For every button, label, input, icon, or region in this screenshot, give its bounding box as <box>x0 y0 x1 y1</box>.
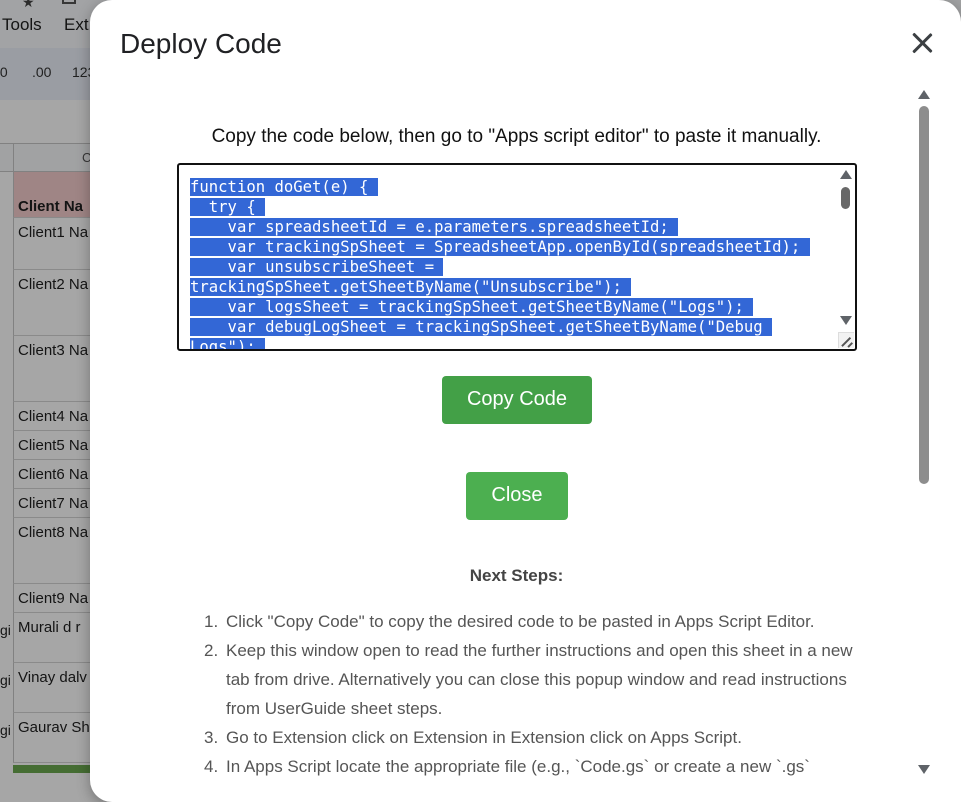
close-button[interactable]: Close <box>466 472 568 520</box>
selected-code-text: var spreadsheetId = e.parameters.spreads… <box>190 218 679 236</box>
code-line: var trackingSpSheet = SpreadsheetApp.ope… <box>190 237 835 257</box>
selected-code-text: var unsubscribeSheet = <box>190 258 444 276</box>
code-content[interactable]: function doGet(e) { try { var spreadshee… <box>190 177 835 349</box>
selected-code-text: try { <box>190 198 266 216</box>
close-icon[interactable] <box>908 29 936 57</box>
list-item: 3. Go to Extension click on Extension in… <box>204 723 864 752</box>
code-line: Logs"); <box>190 337 835 349</box>
scroll-up-arrow-icon[interactable] <box>918 90 930 99</box>
step-text: Click "Copy Code" to copy the desired co… <box>226 612 815 631</box>
selected-code-text: function doGet(e) { <box>190 178 378 196</box>
step-text: In Apps Script locate the appropriate fi… <box>226 757 810 776</box>
dialog-title: Deploy Code <box>120 28 282 59</box>
dialog-scroll-thumb[interactable] <box>919 106 929 484</box>
dialog-scrollbar[interactable] <box>914 88 934 778</box>
selected-code-text: var logsSheet = trackingSpSheet.getSheet… <box>190 298 754 316</box>
next-steps-heading: Next Steps: <box>469 566 564 585</box>
deploy-code-dialog: Deploy Code Copy the code below, then go… <box>90 0 961 802</box>
selected-code-text: var debugLogSheet = trackingSpSheet.getS… <box>190 318 773 336</box>
step-text: Keep this window open to read the furthe… <box>226 641 853 718</box>
dialog-body: Copy the code below, then go to "Apps sc… <box>90 90 910 780</box>
list-item: 4. In Apps Script locate the appropriate… <box>204 752 864 780</box>
code-line: function doGet(e) { <box>190 177 835 197</box>
step-text: Go to Extension click on Extension in Ex… <box>226 728 742 747</box>
scroll-down-arrow-icon[interactable] <box>840 316 852 325</box>
code-line: var logsSheet = trackingSpSheet.getSheet… <box>190 297 835 317</box>
code-scroll-thumb[interactable] <box>841 187 850 209</box>
list-item: 2. Keep this window open to read the fur… <box>204 636 864 723</box>
copy-code-button[interactable]: Copy Code <box>442 376 592 424</box>
code-textarea[interactable]: function doGet(e) { try { var spreadshee… <box>177 163 857 351</box>
list-item: 1. Click "Copy Code" to copy the desired… <box>204 607 864 636</box>
code-line: try { <box>190 197 835 217</box>
next-steps-list: 1. Click "Copy Code" to copy the desired… <box>204 607 864 780</box>
step-number: 3. <box>204 728 219 747</box>
code-line: var unsubscribeSheet = <box>190 257 835 277</box>
instruction-text: Copy the code below, then go to "Apps sc… <box>211 126 822 147</box>
scroll-down-arrow-icon[interactable] <box>918 765 930 774</box>
resize-handle-icon[interactable] <box>838 332 854 348</box>
selected-code-text: Logs"); <box>190 338 266 349</box>
selected-code-text: var trackingSpSheet = SpreadsheetApp.ope… <box>190 238 810 256</box>
code-scrollbar[interactable] <box>838 167 853 327</box>
step-number: 2. <box>204 641 219 660</box>
selected-code-text: trackingSpSheet.getSheetByName("Unsubscr… <box>190 278 632 296</box>
step-number: 1. <box>204 612 219 631</box>
code-line: trackingSpSheet.getSheetByName("Unsubscr… <box>190 277 835 297</box>
code-line: var debugLogSheet = trackingSpSheet.getS… <box>190 317 835 337</box>
code-line: var spreadsheetId = e.parameters.spreads… <box>190 217 835 237</box>
step-number: 4. <box>204 757 219 776</box>
scroll-up-arrow-icon[interactable] <box>840 170 852 179</box>
